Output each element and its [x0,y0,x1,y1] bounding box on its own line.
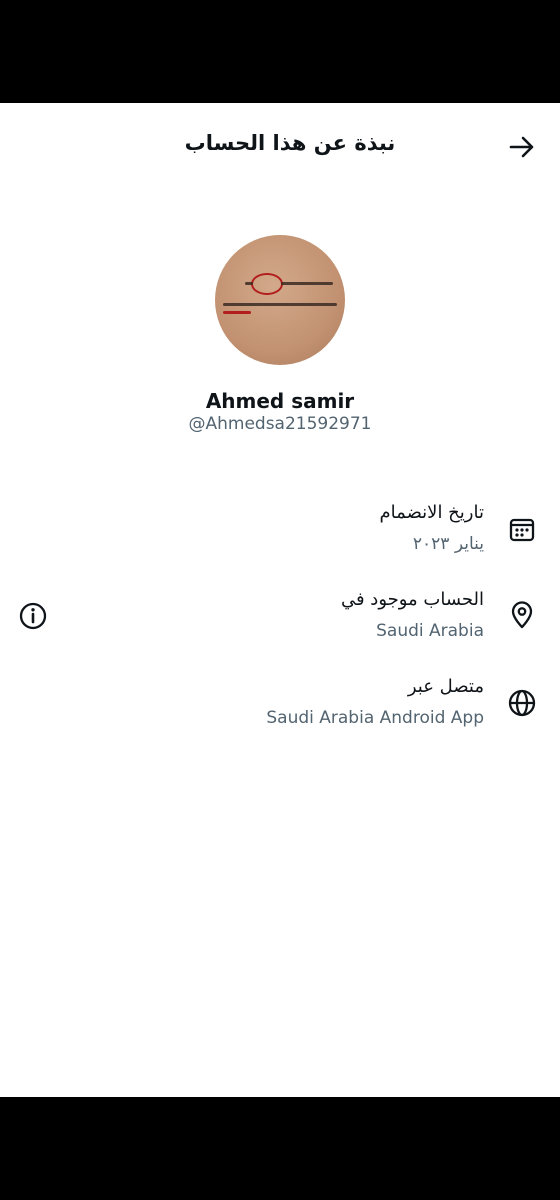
account-location-title: الحساب موجود في [340,589,484,610]
avatar-red-circle [251,273,283,295]
avatar-text-line [223,303,337,306]
info-icon[interactable] [17,600,49,632]
avatar-text-line [281,282,333,285]
connected-via-title: متصل عبر [407,676,484,697]
avatar-text-line [245,282,253,285]
location-pin-icon [511,601,533,629]
avatar-red-underline [223,311,251,314]
calendar-icon [509,518,535,542]
joined-date-title: تاريخ الانضمام [379,502,484,523]
status-bar [0,0,560,103]
account-location-value: Saudi Arabia [376,621,484,641]
display-name: Ahmed samir [205,389,355,413]
user-handle: @Ahmedsa21592971 [188,414,372,434]
connected-via-value: Saudi Arabia Android App [266,708,484,728]
about-account-screen: نبذة عن هذا الحساب Ahmed samir @Ahmedsa2… [0,103,560,1097]
navigation-bar [0,1097,560,1200]
joined-date-value: يناير ٢٠٢٣ [412,534,484,554]
globe-icon [508,689,536,717]
avatar[interactable] [215,235,345,365]
arrow-right-icon[interactable] [506,131,538,163]
page-title: نبذة عن هذا الحساب [184,131,396,155]
